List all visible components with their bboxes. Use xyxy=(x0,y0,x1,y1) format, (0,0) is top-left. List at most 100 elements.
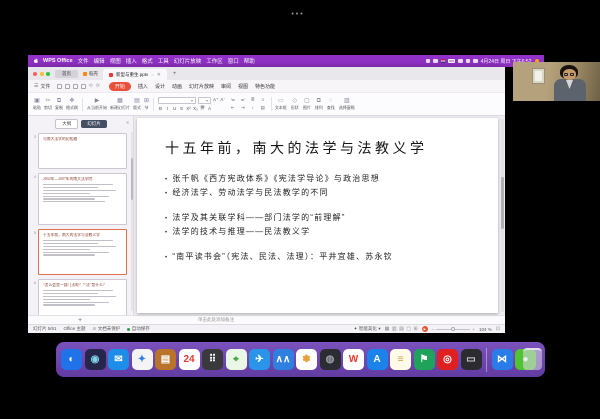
new-tab-button[interactable]: + xyxy=(173,71,177,77)
slide-canvas[interactable]: 十五年前，南大的法学与法教义学 • 张千帆《西方宪政体系》《宪法学导论》与政治思… xyxy=(137,118,498,313)
font-format-button[interactable]: X₂ xyxy=(193,106,198,111)
dock-icon-display[interactable]: ▭ xyxy=(461,349,482,370)
collapse-sidebar-icon[interactable]: « xyxy=(126,120,129,126)
ribbon-tab[interactable]: 插入 xyxy=(138,83,148,90)
ribbon-tab[interactable]: 设计 xyxy=(155,83,165,90)
slide-scrollbar[interactable] xyxy=(501,119,504,312)
menubar-app-name[interactable]: WPS Office xyxy=(43,58,73,64)
call-more-indicator[interactable]: ••• xyxy=(0,11,596,18)
ribbon-button-find[interactable]: ◌查找 xyxy=(327,98,335,111)
menubar-menu[interactable]: 插入 xyxy=(126,57,137,65)
autosave-status[interactable]: 自动保存 xyxy=(127,326,150,332)
font-format-button[interactable]: I xyxy=(165,106,170,111)
tab-slides[interactable]: 幻灯片 xyxy=(81,120,107,128)
input-language-flag-icon[interactable] xyxy=(441,59,446,64)
menubar-menu[interactable]: 工具 xyxy=(158,57,169,65)
dock-icon-books[interactable]: ▤ xyxy=(155,349,176,370)
menubar-menu[interactable]: 工作区 xyxy=(206,57,223,65)
menubar-menu[interactable]: 帮助 xyxy=(244,57,255,65)
tab-outline[interactable]: 大纲 xyxy=(55,119,78,129)
font-name-select[interactable]: ▾ xyxy=(158,97,196,104)
ribbon-button-layout[interactable]: ▤版式 xyxy=(133,98,141,111)
font-size-select[interactable]: ▾ xyxy=(198,97,211,104)
dock-icon-safari[interactable]: ✦ xyxy=(132,349,153,370)
fullscreen-window-button[interactable] xyxy=(46,72,50,76)
view-mode-button[interactable]: ⊞ xyxy=(414,326,418,332)
paragraph-button[interactable]: ≔ xyxy=(229,97,237,103)
protect-status[interactable]: ⊘文档未保护 xyxy=(92,326,120,332)
control-center-icon[interactable] xyxy=(473,59,478,64)
ribbon-tab[interactable]: 审阅 xyxy=(221,83,231,90)
close-tab-icon[interactable]: ✕ xyxy=(157,72,161,78)
slide-thumbnail[interactable]: 十五年前，南大的法学与法教义学 xyxy=(38,229,127,275)
menubar-menu[interactable]: 编辑 xyxy=(94,57,105,65)
font-format-button[interactable]: X² xyxy=(186,106,191,111)
output-icon[interactable] xyxy=(65,84,70,89)
apple-logo-icon[interactable] xyxy=(33,58,38,64)
ribbon-tab[interactable]: 开始 xyxy=(109,82,131,91)
dock-icon-settings-sphere[interactable]: ◍ xyxy=(320,349,341,370)
view-mode-button[interactable]: ▦ xyxy=(385,326,390,332)
close-window-button[interactable] xyxy=(33,72,37,76)
paragraph-button[interactable]: ≡ xyxy=(259,97,267,103)
undo-icon[interactable]: ⟲ xyxy=(89,83,93,89)
ribbon-tab[interactable]: 动画 xyxy=(172,83,182,90)
font-size-step-button[interactable]: A⁻ xyxy=(220,97,225,103)
trash-icon[interactable] xyxy=(523,348,542,370)
font-format-button[interactable]: S xyxy=(179,106,184,111)
font-format-button[interactable]: 拼 xyxy=(200,105,205,111)
dock-icon-calendar[interactable]: 24 xyxy=(179,349,200,370)
ribbon-button-textbox[interactable]: ▭文本框 xyxy=(275,98,287,111)
dock-icon-meeting[interactable]: ⋈ xyxy=(492,349,513,370)
slide-scroll-thumb[interactable] xyxy=(501,177,504,229)
zoom-percent[interactable]: 104 % xyxy=(479,327,492,332)
ribbon-button-section[interactable]: ⊞节 xyxy=(144,98,154,111)
ribbon-button-selection-pane[interactable]: ▥选择窗格 xyxy=(339,98,355,111)
display-mirroring-icon[interactable] xyxy=(433,59,438,64)
ribbon-tab[interactable]: 幻灯片放映 xyxy=(189,83,214,90)
ribbon-button-play-from-current[interactable]: ▶从当前开始 xyxy=(87,98,107,111)
print-icon[interactable] xyxy=(73,84,78,89)
dock-icon-mail[interactable]: ✉ xyxy=(108,349,129,370)
paragraph-button[interactable]: ⇥ xyxy=(239,105,247,111)
file-menu-button[interactable]: ☰文件 xyxy=(34,83,51,90)
view-mode-button[interactable]: ▥ xyxy=(392,326,397,332)
font-format-button[interactable]: U xyxy=(172,106,177,111)
zoom-out-button[interactable]: − xyxy=(432,327,435,332)
theme-name[interactable]: Office 主题 xyxy=(64,326,86,332)
sidebar-scrollbar[interactable] xyxy=(131,132,133,311)
font-format-button[interactable]: A xyxy=(207,106,212,111)
dock-icon-wechat-work[interactable]: ⚑ xyxy=(414,349,435,370)
dock-icon-wps-office[interactable]: W xyxy=(343,349,364,370)
paragraph-button[interactable]: ▤ xyxy=(259,105,267,111)
slide-thumbnail[interactable]: “怎么会是一部门法呢？”“法”是什么？ xyxy=(38,279,127,315)
view-mode-button[interactable]: ▢ xyxy=(406,326,411,332)
add-slide-button[interactable]: + xyxy=(28,317,132,324)
ribbon-button-new-slide[interactable]: ▦新建幻灯片 xyxy=(110,98,130,111)
ribbon-tab[interactable]: 特色功能 xyxy=(255,83,275,90)
dock-icon-cloud-drive[interactable]: ∧∧ xyxy=(273,349,294,370)
ribbon-tab[interactable]: 视图 xyxy=(238,83,248,90)
tab-docer[interactable]: 稻壳 xyxy=(83,71,98,77)
smart-beautify-button[interactable]: ✦智能美化▾ xyxy=(354,326,381,332)
ribbon-button-paste[interactable]: ▣粘贴 xyxy=(33,98,41,111)
preview-icon[interactable] xyxy=(81,84,86,89)
font-format-button[interactable]: B xyxy=(158,106,163,111)
dock-icon-music[interactable]: ◎ xyxy=(437,349,458,370)
wifi-icon[interactable] xyxy=(458,59,463,64)
tab-document[interactable]: 新型与重生.pptx ○ ✕ xyxy=(103,69,167,80)
dock-icon-launchpad[interactable]: ⠿ xyxy=(202,349,223,370)
ribbon-button-arrange[interactable]: ⧉排列 xyxy=(315,98,323,111)
dock-icon-mail-master[interactable]: ✈ xyxy=(249,349,270,370)
dock-icon-photos[interactable]: ✽ xyxy=(296,349,317,370)
ribbon-button-shapes[interactable]: ◇形状 xyxy=(291,98,299,111)
battery-icon[interactable] xyxy=(448,59,455,63)
play-slideshow-button[interactable]: ▶ xyxy=(422,326,428,332)
paragraph-button[interactable]: ≕ xyxy=(239,97,247,103)
slide-thumbnail[interactable]: 与南大法学的初相遇 xyxy=(38,133,127,169)
view-mode-button[interactable]: ▤ xyxy=(399,326,404,332)
zoom-slider-knob[interactable] xyxy=(451,327,455,331)
ribbon-button-cut[interactable]: ✂剪切 xyxy=(44,98,52,111)
dock-icon-app-store[interactable]: A xyxy=(367,349,388,370)
dock-icon-siri[interactable]: ◉ xyxy=(85,349,106,370)
